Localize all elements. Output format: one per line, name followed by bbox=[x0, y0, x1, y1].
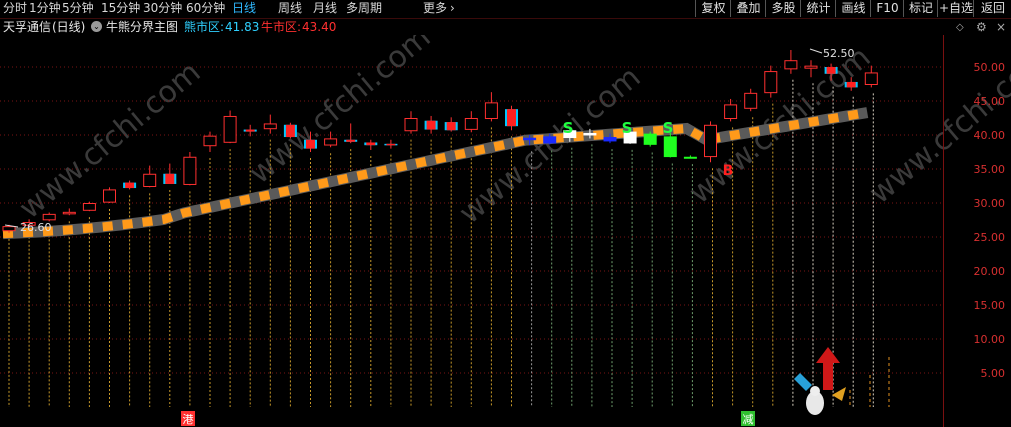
toolbar-button-0[interactable]: 复权 bbox=[695, 0, 731, 17]
y-tick-label: 50.00 bbox=[974, 61, 1006, 74]
tab-period-5[interactable]: 60分钟 bbox=[186, 1, 225, 16]
toolbar-button-1[interactable]: 叠加 bbox=[730, 0, 766, 17]
toolbar-button-7[interactable]: +自选 bbox=[937, 0, 974, 17]
candle-body bbox=[663, 136, 677, 158]
y-tick-label: 15.00 bbox=[974, 299, 1006, 312]
y-tick-label: 45.00 bbox=[974, 95, 1006, 108]
tab-period-7[interactable]: 周线 bbox=[278, 1, 302, 16]
candle-body bbox=[784, 60, 798, 70]
candle-body bbox=[523, 137, 537, 141]
gear-icon[interactable]: ⚙ bbox=[976, 20, 987, 34]
candle-body bbox=[804, 65, 818, 69]
toolbar-button-5[interactable]: F10 bbox=[870, 0, 904, 17]
toolbar-button-2[interactable]: 多股 bbox=[765, 0, 801, 17]
high-label: 52.50 bbox=[823, 47, 855, 60]
y-tick-label: 20.00 bbox=[974, 265, 1006, 278]
toolbar-button-3[interactable]: 统计 bbox=[800, 0, 836, 17]
chevron-right-icon[interactable]: › bbox=[450, 1, 455, 16]
tab-period-3[interactable]: 15分钟 bbox=[101, 1, 140, 16]
tab-period-6[interactable]: 日线 bbox=[232, 1, 256, 16]
tab-period-1[interactable]: 1分钟 bbox=[29, 1, 61, 16]
toolbar-button-6[interactable]: 标记 bbox=[903, 0, 938, 17]
tab-period-9[interactable]: 多周期 bbox=[346, 1, 382, 16]
stock-name: 天孚通信 bbox=[3, 20, 52, 34]
bear-label: 熊市区: bbox=[184, 20, 225, 34]
y-tick-label: 10.00 bbox=[974, 333, 1006, 346]
toolbar-button-4[interactable]: 画线 bbox=[835, 0, 871, 17]
candle-body bbox=[165, 173, 175, 184]
kline-chart[interactable]: www.cfchi.com www.cfchi.com www.cfchi.com w… bbox=[0, 35, 1011, 427]
candle-body bbox=[62, 211, 76, 215]
candle-body bbox=[826, 67, 836, 74]
y-tick-label: 30.00 bbox=[974, 197, 1006, 210]
tab-period-4[interactable]: 30分钟 bbox=[143, 1, 182, 16]
candle-body bbox=[2, 226, 16, 232]
candle-body bbox=[245, 129, 255, 132]
sell-signal: S bbox=[563, 119, 574, 137]
mascot-head bbox=[810, 386, 820, 396]
high-pointer bbox=[809, 48, 823, 54]
candle-body bbox=[744, 92, 758, 109]
candle-body bbox=[864, 72, 878, 85]
x-marker: 减 bbox=[743, 413, 754, 426]
candle-body bbox=[426, 120, 436, 130]
sell-signal: S bbox=[663, 119, 674, 137]
candle-body bbox=[82, 203, 96, 211]
y-tick-label: 5.00 bbox=[981, 367, 1006, 380]
candle-body bbox=[366, 142, 376, 146]
candle-body bbox=[543, 136, 557, 144]
tab-period-0[interactable]: 分时 bbox=[3, 1, 27, 16]
period-tag: (日线) bbox=[52, 20, 86, 34]
candle-body bbox=[404, 118, 418, 132]
bear-value: 41.83 bbox=[225, 20, 260, 34]
candle-body bbox=[764, 71, 778, 94]
x-marker: 港 bbox=[183, 413, 194, 426]
candle-body bbox=[583, 132, 597, 136]
candle-body bbox=[446, 122, 456, 131]
low-label: 26.60 bbox=[20, 221, 52, 234]
candle-body bbox=[683, 156, 697, 159]
y-tick-label: 40.00 bbox=[974, 129, 1006, 142]
candle-body bbox=[603, 137, 617, 142]
candle-body bbox=[346, 139, 356, 142]
mascot-arrow-left bbox=[794, 373, 812, 391]
close-icon[interactable]: × bbox=[996, 20, 1006, 34]
period-toolbar: 分时 1分钟 5分钟 15分钟 30分钟 60分钟 日线 周线 月线 多周期 更多 › 复权 叠加 多股 统计… bbox=[0, 0, 1011, 19]
candle-body bbox=[846, 81, 856, 88]
candle-body bbox=[324, 138, 338, 146]
y-tick-label: 35.00 bbox=[974, 163, 1006, 176]
candle-body bbox=[223, 115, 237, 143]
sell-signal: S bbox=[622, 119, 633, 137]
mascot-arrow-up bbox=[816, 347, 840, 390]
candle-body bbox=[263, 123, 277, 130]
candle-body bbox=[484, 102, 498, 120]
bull-label: 牛市区: bbox=[261, 20, 302, 34]
candle-body bbox=[507, 109, 516, 127]
candle-body bbox=[143, 173, 157, 187]
candle-body bbox=[285, 124, 295, 138]
candle-body bbox=[42, 213, 56, 221]
mascot-arrow-right bbox=[832, 387, 846, 401]
bull-value: 43.40 bbox=[302, 20, 337, 34]
candle-body bbox=[203, 135, 217, 147]
candle-body bbox=[724, 104, 738, 120]
chevron-down-circle-icon[interactable]: ⌄ bbox=[91, 21, 102, 32]
candle-body bbox=[125, 182, 135, 189]
candle-body bbox=[103, 189, 116, 203]
candle-body bbox=[464, 118, 478, 130]
y-tick-label: 25.00 bbox=[974, 231, 1006, 244]
indicator-info-bar: 天孚通信 (日线) ⌄ 牛熊分界主图 熊市区: 41.83 牛市区: 43.40 bbox=[0, 19, 940, 35]
candle-body bbox=[306, 139, 315, 149]
buy-signal: B bbox=[723, 163, 734, 179]
candle-body bbox=[643, 133, 657, 145]
indicator-name[interactable]: 牛熊分界主图 bbox=[106, 19, 178, 35]
toolbar-button-8[interactable]: 返回 bbox=[973, 0, 1011, 17]
diamond-icon[interactable]: ◇ bbox=[956, 22, 964, 33]
candle-body bbox=[386, 143, 396, 146]
candle-body bbox=[704, 124, 717, 158]
tab-period-8[interactable]: 月线 bbox=[313, 1, 337, 16]
tab-period-2[interactable]: 5分钟 bbox=[62, 1, 94, 16]
tab-period-10[interactable]: 更多 bbox=[423, 1, 447, 16]
candle-body bbox=[183, 156, 197, 185]
